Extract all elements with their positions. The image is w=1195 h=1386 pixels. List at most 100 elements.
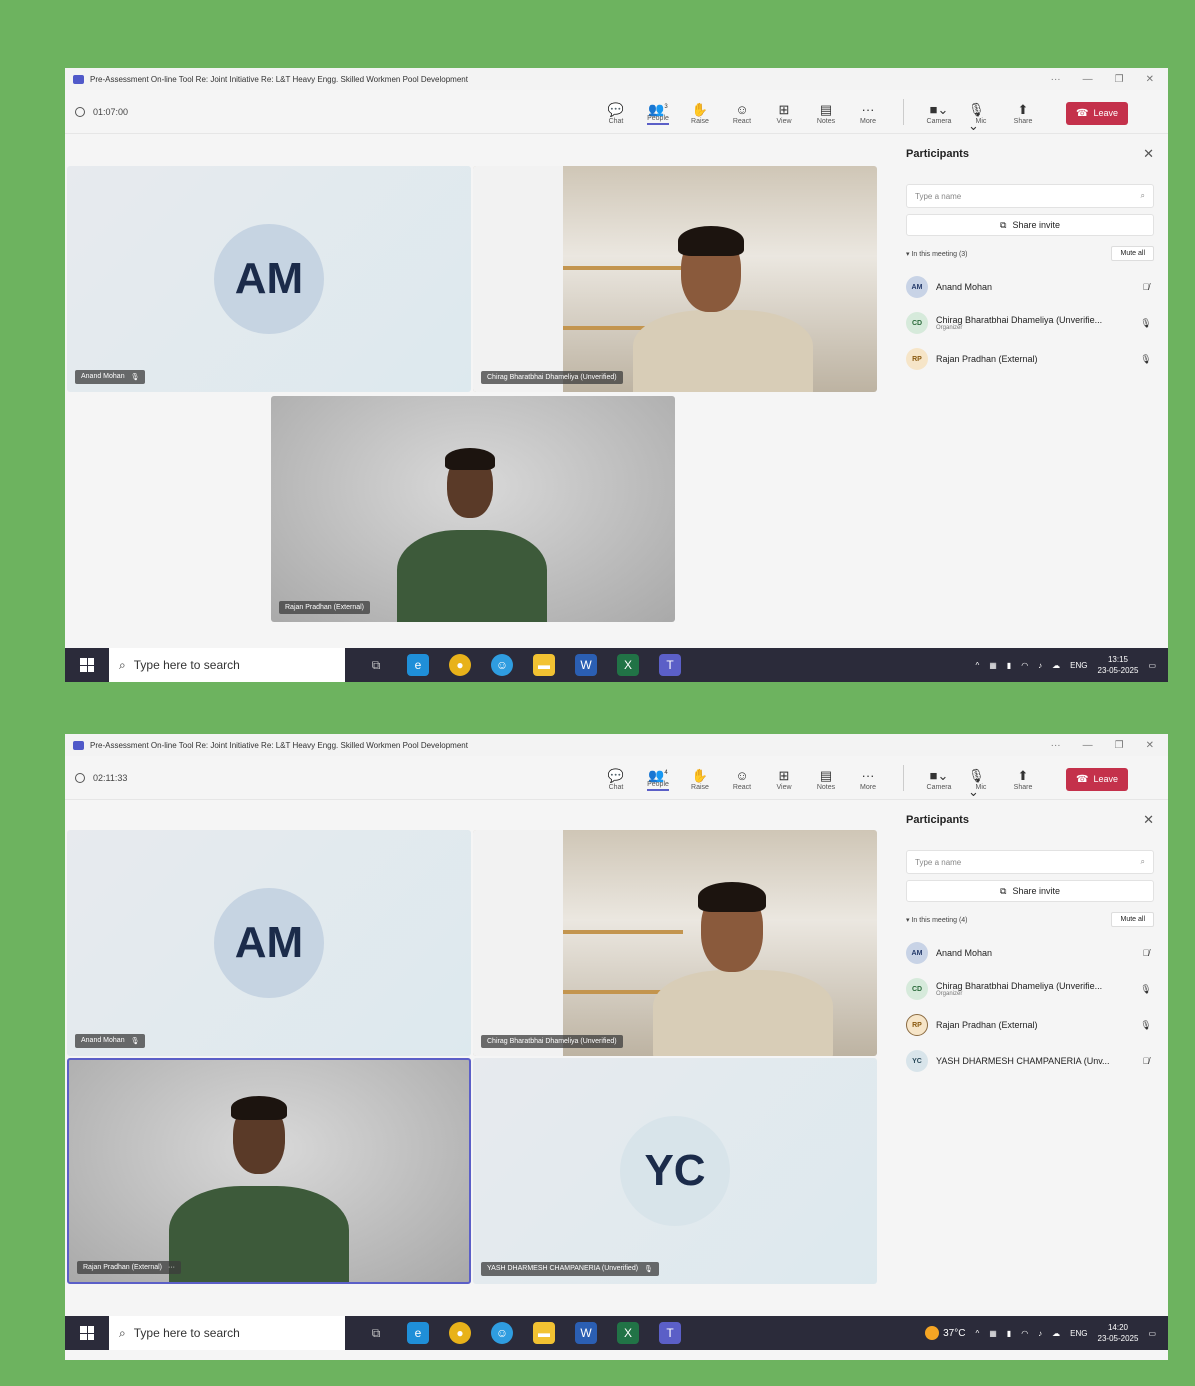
notifications-icon[interactable]: ▭ — [1148, 661, 1156, 670]
participant-row[interactable]: AM Anand Mohan 🎙̸ — [906, 269, 1154, 305]
volume-icon[interactable]: ♪ — [1038, 661, 1042, 670]
participant-list: AM Anand Mohan 🎙̸ CD Chirag Bharatbhai D… — [906, 269, 1154, 377]
notes-button[interactable]: ▤ Notes — [813, 768, 839, 791]
notifications-icon[interactable]: ▭ — [1148, 1329, 1156, 1338]
volume-icon[interactable]: ♪ — [1038, 1329, 1042, 1338]
view-button[interactable]: ⊞ View — [771, 768, 797, 791]
close-icon[interactable]: ✕ — [1146, 740, 1154, 751]
wifi-icon[interactable]: ◠ — [1021, 1329, 1028, 1338]
participant-search-input[interactable]: Type a name ⌕ — [906, 850, 1154, 874]
edge-icon[interactable]: e — [407, 1322, 429, 1344]
network-icon[interactable]: ▦ — [989, 1329, 997, 1338]
video-tile-chirag[interactable]: Chirag Bharatbhai Dhameliya (Unverified) — [473, 830, 877, 1056]
onedrive-icon[interactable]: ☁ — [1052, 661, 1060, 670]
participant-row[interactable]: RP Rajan Pradhan (External) 🎙 — [906, 1007, 1154, 1043]
video-tile-chirag[interactable]: Chirag Bharatbhai Dhameliya (Unverified) — [473, 166, 877, 392]
close-panel-icon[interactable]: ✕ — [1143, 812, 1154, 828]
word-icon[interactable]: W — [575, 654, 597, 676]
minimize-icon[interactable]: — — [1083, 740, 1093, 751]
language-indicator[interactable]: ENG — [1070, 1329, 1087, 1338]
start-button[interactable] — [65, 1326, 109, 1340]
leave-button[interactable]: ☎ Leave — [1066, 101, 1128, 125]
participant-search-input[interactable]: Type a name ⌕ — [906, 184, 1154, 208]
participant-row[interactable]: RP Rajan Pradhan (External) 🎙 — [906, 341, 1154, 377]
video-tile-rajan[interactable]: Rajan Pradhan (External) ··· — [67, 1058, 471, 1284]
video-tile-yash[interactable]: YC YASH DHARMESH CHAMPANERIA (Unverified… — [473, 1058, 877, 1284]
more-window-icon[interactable]: ··· — [1051, 740, 1061, 751]
taskbar-search[interactable]: ⌕ Type here to search — [109, 648, 345, 682]
camera-button[interactable]: ■⌄ Camera — [926, 102, 952, 125]
video-tile-anand[interactable]: AM Anand Mohan 🎙 — [67, 166, 471, 392]
share-invite-button[interactable]: ⧉ Share invite — [906, 214, 1154, 236]
start-button[interactable] — [65, 658, 109, 672]
weather-widget[interactable]: 37°C — [925, 1326, 965, 1340]
language-indicator[interactable]: ENG — [1070, 661, 1087, 670]
battery-icon[interactable]: ▮ — [1007, 661, 1011, 670]
leave-button[interactable]: ☎ Leave — [1066, 767, 1128, 791]
more-button[interactable]: ··· More — [855, 768, 881, 791]
people-button[interactable]: 👥4 People — [645, 765, 671, 791]
excel-icon[interactable]: X — [617, 1322, 639, 1344]
mic-button[interactable]: 🎙⌄ Mic — [968, 102, 994, 133]
raise-hand-button[interactable]: ✋ Raise — [687, 102, 713, 125]
avatar: CD — [906, 312, 928, 334]
mic-button[interactable]: 🎙⌄ Mic — [968, 768, 994, 799]
people-app-icon[interactable]: ☺ — [491, 1322, 513, 1344]
excel-icon[interactable]: X — [617, 654, 639, 676]
restore-icon[interactable]: ❐ — [1115, 74, 1124, 85]
battery-icon[interactable]: ▮ — [1007, 1329, 1011, 1338]
wifi-icon[interactable]: ◠ — [1021, 661, 1028, 670]
teams-taskbar-icon[interactable]: T — [659, 654, 681, 676]
close-panel-icon[interactable]: ✕ — [1143, 146, 1154, 162]
participant-row[interactable]: AM Anand Mohan 🎙̸ — [906, 935, 1154, 971]
share-invite-button[interactable]: ⧉ Share invite — [906, 880, 1154, 902]
people-button[interactable]: 👥3 People — [645, 99, 671, 125]
camera-button[interactable]: ■⌄ Camera — [926, 768, 952, 791]
onedrive-icon[interactable]: ☁ — [1052, 1329, 1060, 1338]
chrome-icon[interactable]: ● — [449, 1322, 471, 1344]
file-explorer-icon[interactable]: ▬ — [533, 1322, 555, 1344]
word-icon[interactable]: W — [575, 1322, 597, 1344]
chat-button[interactable]: 💬 Chat — [603, 768, 629, 791]
notes-button[interactable]: ▤ Notes — [813, 102, 839, 125]
mute-all-button[interactable]: Mute all — [1111, 246, 1154, 261]
network-icon[interactable]: ▦ — [989, 661, 997, 670]
close-icon[interactable]: ✕ — [1146, 74, 1154, 85]
mute-all-button[interactable]: Mute all — [1111, 912, 1154, 927]
taskbar-search[interactable]: ⌕ Type here to search — [109, 1316, 345, 1350]
meeting-toolbar: 01:07:00 💬 Chat 👥3 People ✋ Raise ☺ React ⊞ V… — [65, 90, 1168, 134]
video-tile-rajan[interactable]: Rajan Pradhan (External) — [271, 396, 675, 622]
raise-hand-button[interactable]: ✋ Raise — [687, 768, 713, 791]
chrome-icon[interactable]: ● — [449, 654, 471, 676]
clock[interactable]: 13:15 23-05-2025 — [1098, 654, 1139, 676]
task-view-icon[interactable]: ⧉ — [365, 1322, 387, 1344]
minimize-icon[interactable]: — — [1083, 74, 1093, 85]
chat-button[interactable]: 💬 Chat — [603, 102, 629, 125]
people-app-icon[interactable]: ☺ — [491, 654, 513, 676]
in-meeting-section[interactable]: ▾ In this meeting (4) — [906, 916, 968, 924]
teams-taskbar-icon[interactable]: T — [659, 1322, 681, 1344]
file-explorer-icon[interactable]: ▬ — [533, 654, 555, 676]
in-meeting-section[interactable]: ▾ In this meeting (3) — [906, 250, 968, 258]
chevron-up-icon[interactable]: ^ — [975, 1329, 979, 1338]
react-button[interactable]: ☺ React — [729, 768, 755, 791]
more-button[interactable]: ··· More — [855, 102, 881, 125]
clock[interactable]: 14:20 23-05-2025 — [1098, 1322, 1139, 1344]
hand-icon: ✋ — [691, 101, 709, 117]
participant-row[interactable]: YC YASH DHARMESH CHAMPANERIA (Unv... 🎙̸ — [906, 1043, 1154, 1079]
participant-row[interactable]: CD Chirag Bharatbhai Dhameliya (Unverifi… — [906, 305, 1154, 341]
video-tile-anand[interactable]: AM Anand Mohan 🎙 — [67, 830, 471, 1056]
chevron-up-icon[interactable]: ^ — [975, 661, 979, 670]
share-button[interactable]: ⬆ Share — [1010, 768, 1036, 791]
ellipsis-icon: ··· — [861, 101, 875, 117]
share-button[interactable]: ⬆ Share — [1010, 102, 1036, 125]
task-view-icon[interactable]: ⧉ — [365, 654, 387, 676]
more-window-icon[interactable]: ··· — [1051, 74, 1061, 85]
name-tag: Rajan Pradhan (External) ··· — [77, 1261, 181, 1274]
react-button[interactable]: ☺ React — [729, 102, 755, 125]
participant-row[interactable]: CD Chirag Bharatbhai Dhameliya (Unverifi… — [906, 971, 1154, 1007]
name-tag: Anand Mohan 🎙 — [75, 1034, 146, 1048]
view-button[interactable]: ⊞ View — [771, 102, 797, 125]
restore-icon[interactable]: ❐ — [1115, 740, 1124, 751]
edge-icon[interactable]: e — [407, 654, 429, 676]
